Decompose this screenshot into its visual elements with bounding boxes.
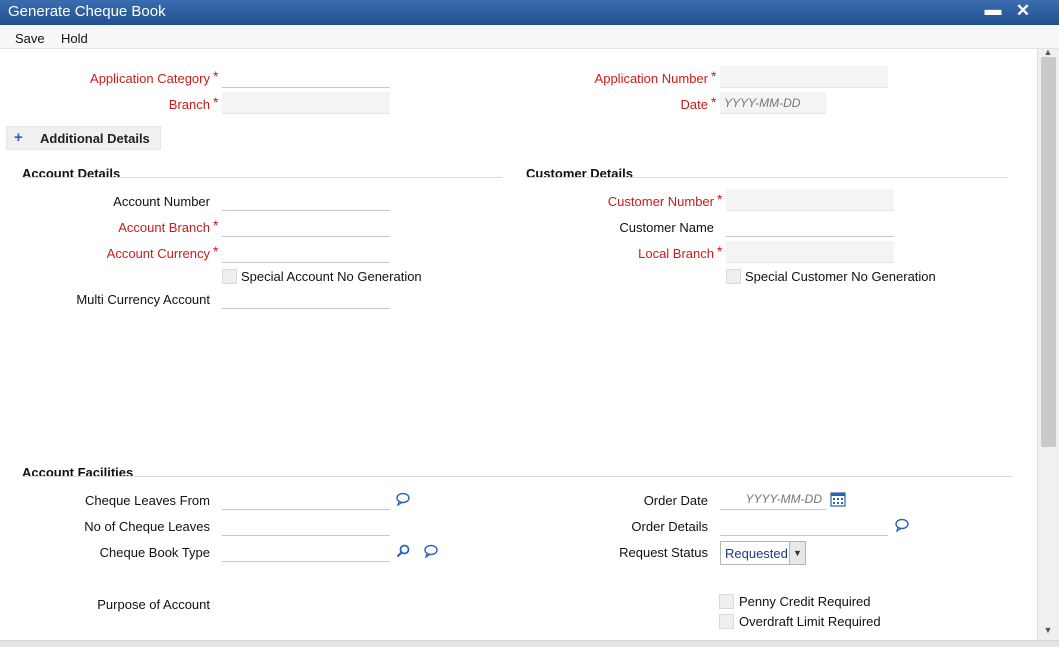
date-input[interactable]	[720, 92, 826, 114]
horizontal-scrollbar[interactable]	[0, 640, 1059, 647]
order-details-input[interactable]	[720, 514, 888, 536]
calendar-icon[interactable]	[830, 491, 846, 507]
special-account-checkbox[interactable]	[222, 269, 237, 284]
account-currency-label: Account Currency	[106, 246, 210, 261]
branch-input[interactable]	[222, 92, 390, 114]
comment-icon[interactable]	[894, 517, 910, 533]
account-branch-label: Account Branch	[118, 220, 210, 235]
expand-icon: +	[14, 129, 23, 146]
overdraft-limit-label: Overdraft Limit Required	[739, 614, 881, 629]
scrollbar-thumb[interactable]	[1041, 57, 1056, 447]
form-content: Application Category * Branch * Applicat…	[0, 49, 1037, 640]
application-category-label: Application Category	[90, 71, 210, 86]
purpose-of-account-label: Purpose of Account	[97, 597, 210, 612]
required-marker: *	[213, 68, 219, 84]
comment-icon[interactable]	[395, 491, 411, 507]
customer-number-label: Customer Number	[607, 194, 714, 209]
required-marker: *	[717, 191, 723, 207]
customer-name-input[interactable]	[726, 215, 894, 237]
special-customer-label: Special Customer No Generation	[745, 269, 936, 284]
customer-name-label: Customer Name	[619, 220, 714, 235]
cheque-leaves-from-input[interactable]	[222, 488, 390, 510]
scroll-down-icon[interactable]: ▼	[1043, 625, 1053, 635]
window-titlebar: Generate Cheque Book ▬ ✕	[0, 0, 1059, 25]
application-number-label: Application Number	[594, 71, 708, 86]
account-currency-input[interactable]	[222, 241, 390, 263]
application-category-input[interactable]	[222, 66, 390, 88]
multi-currency-label: Multi Currency Account	[76, 292, 210, 307]
order-details-label: Order Details	[631, 519, 708, 534]
local-branch-label: Local Branch	[638, 246, 714, 261]
close-button[interactable]: ✕	[1013, 1, 1033, 21]
section-divider	[22, 177, 502, 178]
no-of-cheque-leaves-input[interactable]	[222, 514, 390, 536]
order-date-input[interactable]	[720, 488, 826, 510]
minimize-button[interactable]: ▬	[983, 0, 1003, 20]
scroll-up-icon[interactable]: ▲	[1043, 47, 1053, 57]
required-marker: *	[711, 68, 717, 84]
section-divider	[526, 177, 1007, 178]
required-marker: *	[213, 217, 219, 233]
additional-details-label: Additional Details	[40, 131, 150, 146]
request-status-label: Request Status	[619, 545, 708, 560]
cheque-book-type-label: Cheque Book Type	[99, 545, 210, 560]
no-of-cheque-leaves-label: No of Cheque Leaves	[84, 519, 210, 534]
additional-details-toggle[interactable]: + Additional Details	[6, 126, 161, 150]
hold-button[interactable]: Hold	[61, 31, 88, 46]
multi-currency-input[interactable]	[222, 287, 390, 309]
save-button[interactable]: Save	[15, 31, 45, 46]
penny-credit-checkbox[interactable]	[719, 594, 734, 609]
order-date-label: Order Date	[643, 493, 708, 508]
required-marker: *	[213, 243, 219, 259]
vertical-scrollbar[interactable]: ▲ ▼	[1037, 47, 1059, 640]
account-number-input[interactable]	[222, 189, 390, 211]
section-divider	[22, 476, 1012, 477]
toolbar: Save Hold	[0, 25, 1059, 49]
request-status-value: Requested	[725, 546, 788, 561]
cheque-leaves-from-label: Cheque Leaves From	[84, 493, 210, 508]
account-number-label: Account Number	[113, 194, 210, 209]
required-marker: *	[711, 94, 717, 110]
penny-credit-label: Penny Credit Required	[739, 594, 871, 609]
account-branch-input[interactable]	[222, 215, 390, 237]
local-branch-input[interactable]	[726, 241, 894, 263]
customer-details-heading: Customer Details	[526, 166, 633, 181]
customer-number-input[interactable]	[726, 189, 894, 211]
comment-icon[interactable]	[423, 543, 439, 559]
account-facilities-heading: Account Facilities	[22, 465, 134, 480]
branch-label: Branch	[168, 97, 210, 112]
cheque-book-type-input[interactable]	[222, 540, 390, 562]
overdraft-limit-checkbox[interactable]	[719, 614, 734, 629]
chevron-down-icon: ▼	[789, 542, 805, 564]
window-title: Generate Cheque Book	[8, 3, 166, 20]
search-icon[interactable]	[395, 543, 411, 559]
required-marker: *	[717, 243, 723, 259]
date-label: Date	[680, 97, 708, 112]
special-customer-checkbox[interactable]	[726, 269, 741, 284]
required-marker: *	[213, 94, 219, 110]
account-details-heading: Account Details	[22, 166, 121, 181]
application-number-input[interactable]	[720, 66, 888, 88]
special-account-label: Special Account No Generation	[241, 269, 422, 284]
request-status-select[interactable]: Requested ▼	[720, 541, 806, 565]
